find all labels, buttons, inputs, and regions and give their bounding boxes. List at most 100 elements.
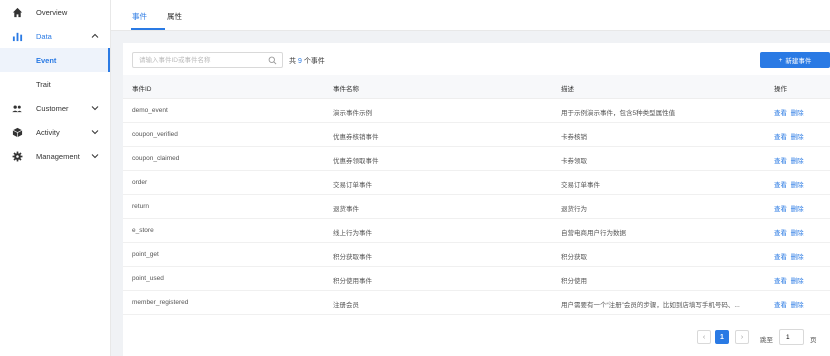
- sidebar-item-event[interactable]: Event: [0, 48, 110, 72]
- cell-event-id: point_get: [132, 251, 159, 258]
- sidebar-item-customer[interactable]: Customer: [0, 96, 110, 120]
- table-row: point_get 积分获取事件 积分获取 查看 删除: [123, 243, 830, 267]
- tab-events[interactable]: 事件: [132, 11, 147, 22]
- view-link[interactable]: 查看: [774, 134, 787, 141]
- cube-icon: [11, 126, 23, 138]
- tab-attributes[interactable]: 属性: [167, 11, 182, 22]
- cell-actions: 查看 删除: [774, 299, 830, 309]
- gear-icon: [11, 150, 23, 162]
- chevron-down-icon: [91, 130, 99, 135]
- goto-page-input[interactable]: [779, 329, 804, 345]
- sidebar-item-label: Activity: [36, 127, 60, 137]
- cell-event-name: 积分使用事件: [333, 278, 372, 285]
- page-unit-label: 页: [810, 337, 817, 344]
- header-event-id: 事件ID: [132, 86, 152, 93]
- bar-chart-icon: [11, 30, 23, 42]
- new-event-button[interactable]: + 新建事件: [760, 52, 830, 68]
- cell-event-id: order: [132, 179, 148, 186]
- sidebar: Overview Data Event Trait Customer Activ…: [0, 0, 111, 356]
- table-row: demo_event 演示事件示例 用于示例演示事件，包含5种类型属性值 查看 删除: [123, 99, 830, 123]
- view-link[interactable]: 查看: [774, 110, 787, 117]
- cell-event-id: return: [132, 203, 149, 210]
- sidebar-item-trait[interactable]: Trait: [0, 72, 110, 96]
- cell-event-name: 退货事件: [333, 206, 359, 213]
- chevron-down-icon: [91, 106, 99, 111]
- cell-actions: 查看 删除: [774, 179, 830, 189]
- sidebar-item-label: Customer: [36, 103, 69, 113]
- view-link[interactable]: 查看: [774, 302, 787, 309]
- table-row: point_used 积分使用事件 积分使用 查看 删除: [123, 267, 830, 291]
- events-card: 共 9 个事件 + 新建事件 事件ID 事件名称 描述 操作 demo_even…: [123, 43, 830, 356]
- cell-actions: 查看 删除: [774, 227, 830, 237]
- sidebar-item-activity[interactable]: Activity: [0, 120, 110, 144]
- view-link[interactable]: 查看: [774, 206, 787, 213]
- plus-icon: +: [778, 56, 783, 64]
- page-1-button[interactable]: 1: [715, 330, 729, 344]
- cell-actions: 查看 删除: [774, 155, 830, 165]
- table-header: 事件ID 事件名称 描述 操作: [123, 75, 830, 99]
- search-input[interactable]: [133, 53, 263, 67]
- cell-event-name: 积分获取事件: [333, 254, 372, 261]
- view-link[interactable]: 查看: [774, 158, 787, 165]
- table-row: coupon_claimed 优惠券领取事件 卡券领取 查看 删除: [123, 147, 830, 171]
- tab-bar: 事件 属性: [111, 0, 830, 31]
- sidebar-item-data[interactable]: Data: [0, 24, 110, 48]
- cell-event-name: 优惠券核销事件: [333, 134, 379, 141]
- view-link[interactable]: 查看: [774, 278, 787, 285]
- view-link[interactable]: 查看: [774, 182, 787, 189]
- active-tab-indicator: [131, 28, 165, 30]
- delete-link[interactable]: 删除: [791, 278, 804, 285]
- cell-description: 退货行为: [561, 206, 587, 213]
- delete-link[interactable]: 删除: [791, 254, 804, 261]
- delete-link[interactable]: 删除: [791, 182, 804, 189]
- sidebar-item-label: Management: [36, 151, 80, 161]
- cell-event-id: coupon_claimed: [132, 155, 180, 162]
- chevron-up-icon: [91, 33, 99, 38]
- count-value: 9: [297, 58, 302, 65]
- sidebar-item-management[interactable]: Management: [0, 144, 110, 168]
- prev-page-button[interactable]: ‹: [697, 330, 711, 344]
- sidebar-item-label: Data: [36, 31, 52, 41]
- cell-event-id: e_store: [132, 227, 154, 234]
- search-icon[interactable]: [268, 56, 277, 65]
- delete-link[interactable]: 删除: [791, 230, 804, 237]
- cell-event-name: 注册会员: [333, 302, 359, 309]
- table-row: return 退货事件 退货行为 查看 删除: [123, 195, 830, 219]
- sidebar-item-label: Overview: [36, 7, 68, 17]
- event-count: 共 9 个事件: [289, 56, 325, 66]
- table-row: order 交易订单事件 交易订单事件 查看 删除: [123, 171, 830, 195]
- cell-description: 用户需要有一个“注册”会员的步骤，比如到店填写手机号码、...: [561, 302, 740, 309]
- home-icon: [11, 6, 23, 18]
- cell-event-id: coupon_verified: [132, 131, 178, 138]
- sidebar-item-overview[interactable]: Overview: [0, 0, 110, 24]
- cell-description: 交易订单事件: [561, 182, 600, 189]
- view-link[interactable]: 查看: [774, 254, 787, 261]
- cell-event-name: 线上行为事件: [333, 230, 372, 237]
- view-link[interactable]: 查看: [774, 230, 787, 237]
- delete-link[interactable]: 删除: [791, 134, 804, 141]
- cell-actions: 查看 删除: [774, 251, 830, 261]
- sidebar-item-label: Event: [36, 55, 57, 65]
- delete-link[interactable]: 删除: [791, 302, 804, 309]
- delete-link[interactable]: 删除: [791, 158, 804, 165]
- cell-description: 用于示例演示事件，包含5种类型属性值: [561, 110, 676, 117]
- delete-link[interactable]: 删除: [791, 206, 804, 213]
- cell-actions: 查看 删除: [774, 107, 830, 117]
- cell-description: 自营电商用户行为数据: [561, 230, 626, 237]
- users-icon: [11, 102, 23, 114]
- new-event-label: 新建事件: [785, 58, 812, 65]
- count-suffix: 个事件: [303, 58, 325, 65]
- count-prefix: 共: [289, 58, 296, 65]
- next-page-button[interactable]: ›: [735, 330, 749, 344]
- cell-event-id: point_used: [132, 275, 164, 282]
- cell-description: 积分使用: [561, 278, 587, 285]
- cell-description: 卡券领取: [561, 158, 587, 165]
- cell-actions: 查看 删除: [774, 275, 830, 285]
- cell-description: 积分获取: [561, 254, 587, 261]
- header-description: 描述: [561, 86, 574, 93]
- cell-event-name: 交易订单事件: [333, 182, 372, 189]
- delete-link[interactable]: 删除: [791, 110, 804, 117]
- cell-actions: 查看 删除: [774, 131, 830, 141]
- search-box: [132, 52, 283, 68]
- cell-event-id: member_registered: [132, 299, 189, 306]
